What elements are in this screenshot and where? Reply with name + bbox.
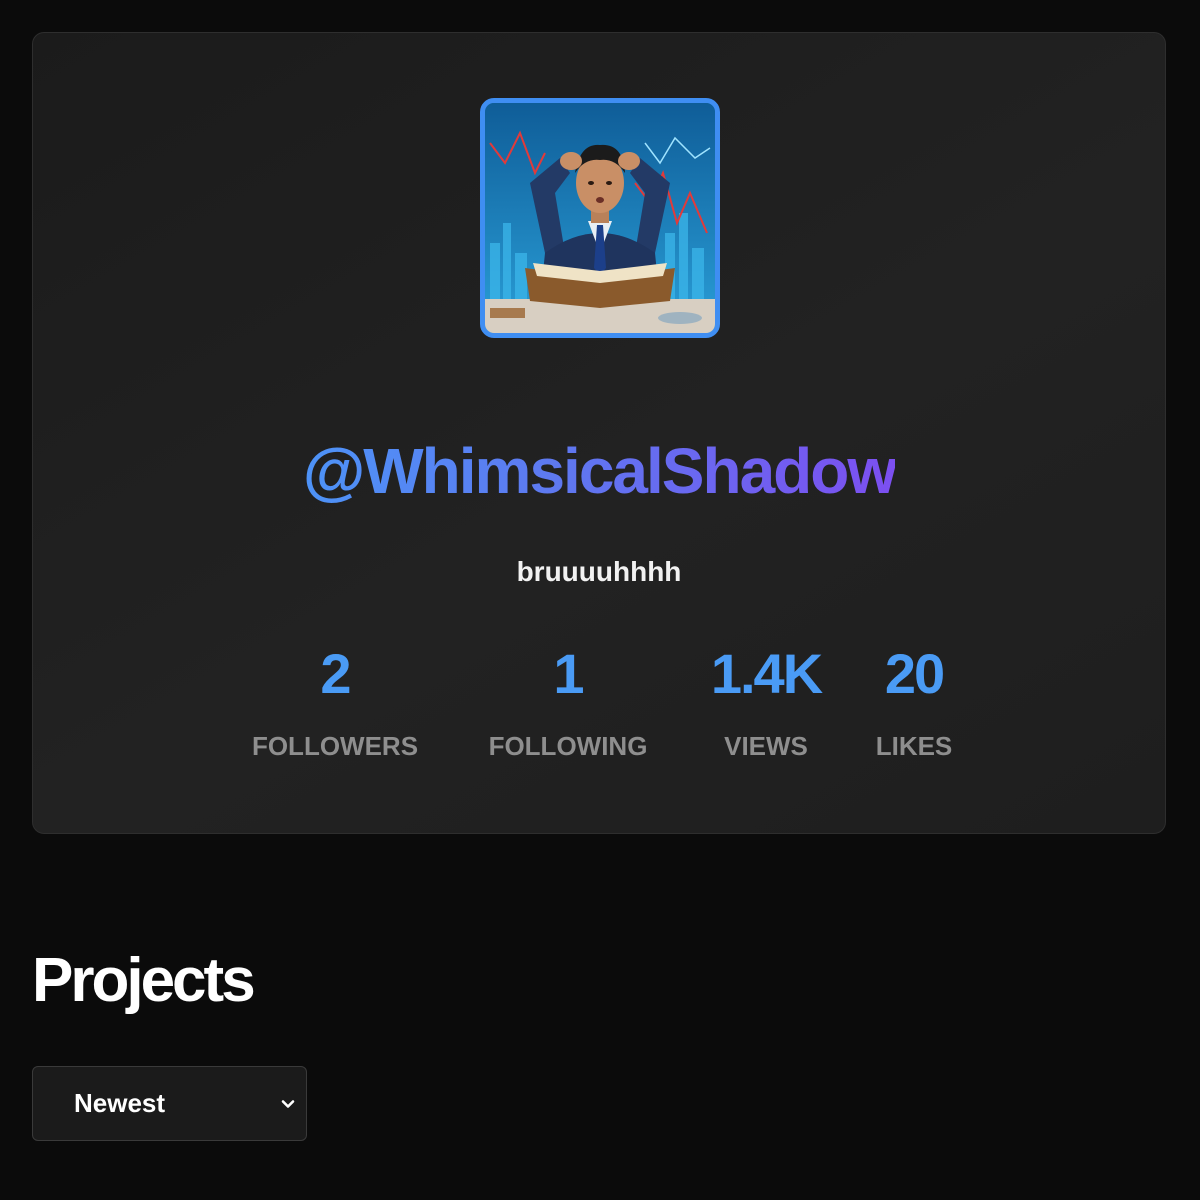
sort-selected-value: Newest [74,1088,166,1118]
stat-value: 1.4K [710,642,823,705]
stat-likes: 20 LIKES [876,640,953,762]
profile-card: @WhimsicalShadow bruuuuhhhh 2 FOLLOWERS … [32,32,1166,834]
username-text: @WhimsicalShadow [302,435,897,507]
sort-select[interactable]: Newest [32,1066,307,1141]
stat-label: LIKES [875,731,953,761]
stat-value: 1 [553,642,584,705]
stat-value: 20 [884,642,945,705]
avatar[interactable] [480,98,720,338]
bio: bruuuuhhhh [516,556,682,587]
stat-followers[interactable]: 2 FOLLOWERS [252,640,418,762]
stat-label: FOLLOWING [488,731,648,761]
stat-value: 2 [320,642,351,705]
projects-title: Projects [32,946,256,1015]
stat-views: 1.4K VIEWS [710,640,823,762]
avatar-image [485,103,715,333]
stat-label: FOLLOWERS [251,731,419,761]
stat-following[interactable]: 1 FOLLOWING [489,640,648,762]
stat-label: VIEWS [724,731,808,761]
chevron-down-icon [281,1100,295,1108]
username: @WhimsicalShadow [33,433,1165,509]
